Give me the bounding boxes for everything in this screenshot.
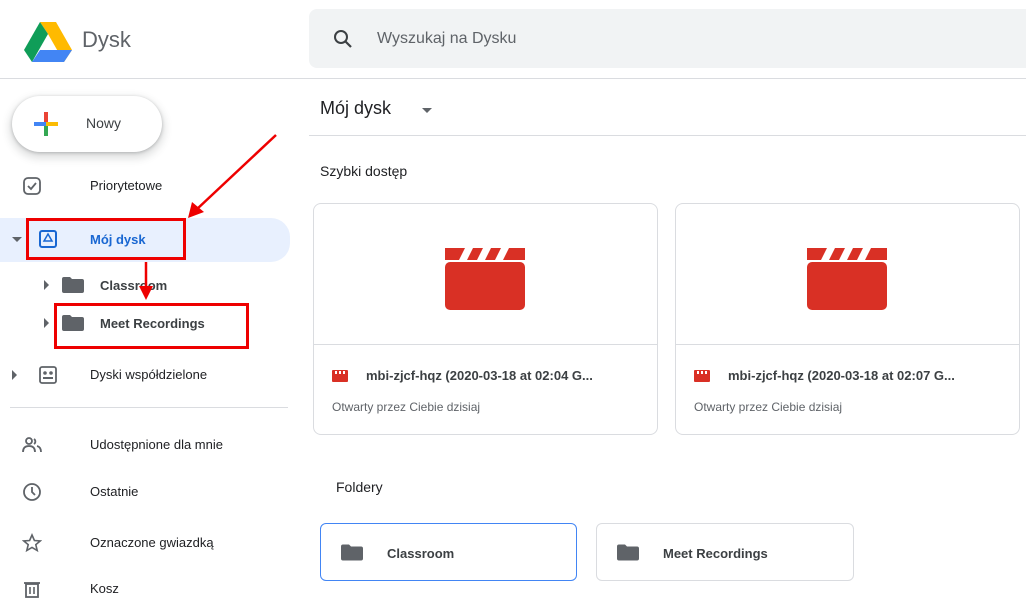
file-meta: Otwarty przez Ciebie dzisiaj (332, 400, 481, 414)
search-bar[interactable] (309, 9, 1026, 68)
quick-access-card[interactable]: mbi-zjcf-hqz (2020-03-18 at 02:07 G... O… (675, 203, 1020, 435)
star-icon (22, 533, 42, 553)
card-thumbnail (676, 204, 1019, 345)
check-circle-icon (23, 177, 41, 195)
folder-tile-meet-recordings[interactable]: Meet Recordings (596, 523, 854, 581)
sidebar-item-starred[interactable]: Oznaczone gwiazdką (0, 524, 290, 562)
sidebar-item-label: Udostępnione dla mnie (90, 437, 223, 452)
tree-item-label: Classroom (100, 278, 168, 293)
sidebar-item-label: Priorytetowe (90, 178, 163, 193)
breadcrumb[interactable]: Mój dysk (320, 98, 391, 119)
search-icon[interactable] (331, 27, 355, 51)
sidebar-item-shared-drives[interactable]: Dyski współdzielone (0, 356, 290, 394)
video-file-icon (445, 248, 525, 310)
annotation-box-meet-recordings (54, 303, 249, 349)
sidebar-item-label: Kosz (90, 581, 119, 596)
expand-caret-icon[interactable] (12, 370, 17, 380)
video-file-icon (807, 248, 887, 310)
file-name: mbi-zjcf-hqz (2020-03-18 at 02:07 G... (728, 368, 955, 383)
file-name: mbi-zjcf-hqz (2020-03-18 at 02:04 G... (366, 368, 593, 383)
top-bar: Dysk (0, 0, 1026, 79)
sidebar-item-priority[interactable]: Priorytetowe (0, 167, 290, 205)
folders-title: Foldery (336, 479, 383, 495)
card-thumbnail (314, 204, 657, 345)
expand-caret-icon[interactable] (44, 280, 49, 290)
sidebar-item-label: Oznaczone gwiazdką (90, 535, 214, 550)
folder-icon (341, 544, 363, 561)
quick-access-card[interactable]: mbi-zjcf-hqz (2020-03-18 at 02:04 G... O… (313, 203, 658, 435)
drive-logo-icon[interactable] (24, 22, 72, 62)
clock-icon (23, 483, 41, 501)
folder-tile-classroom[interactable]: Classroom (320, 523, 577, 581)
annotation-box-my-drive (26, 218, 186, 260)
folder-icon (62, 277, 84, 293)
chevron-down-icon[interactable] (422, 108, 432, 113)
folder-icon (617, 544, 639, 561)
app-title: Dysk (82, 27, 131, 52)
new-button[interactable]: Nowy (12, 96, 162, 152)
sidebar-divider (10, 407, 288, 408)
video-file-icon (332, 370, 348, 382)
plus-icon (34, 112, 58, 136)
file-meta: Otwarty przez Ciebie dzisiaj (694, 400, 843, 414)
sidebar-item-recent[interactable]: Ostatnie (0, 473, 290, 511)
expand-caret-icon[interactable] (44, 318, 49, 328)
sidebar-item-label: Dyski współdzielone (90, 367, 208, 382)
folder-name: Classroom (387, 546, 455, 561)
new-button-label: Nowy (86, 115, 122, 131)
main-divider (309, 135, 1026, 136)
sidebar-item-trash[interactable]: Kosz (0, 570, 290, 599)
people-icon (22, 437, 42, 453)
quick-access-title: Szybki dostęp (320, 163, 408, 179)
collapse-caret-icon[interactable] (12, 237, 22, 242)
shared-drives-icon (39, 366, 57, 384)
search-input[interactable] (377, 9, 977, 68)
sidebar-item-label: Ostatnie (90, 484, 139, 499)
trash-icon (24, 582, 40, 598)
sidebar-item-shared-with-me[interactable]: Udostępnione dla mnie (0, 426, 290, 464)
folder-name: Meet Recordings (663, 546, 768, 561)
video-file-icon (694, 370, 710, 382)
